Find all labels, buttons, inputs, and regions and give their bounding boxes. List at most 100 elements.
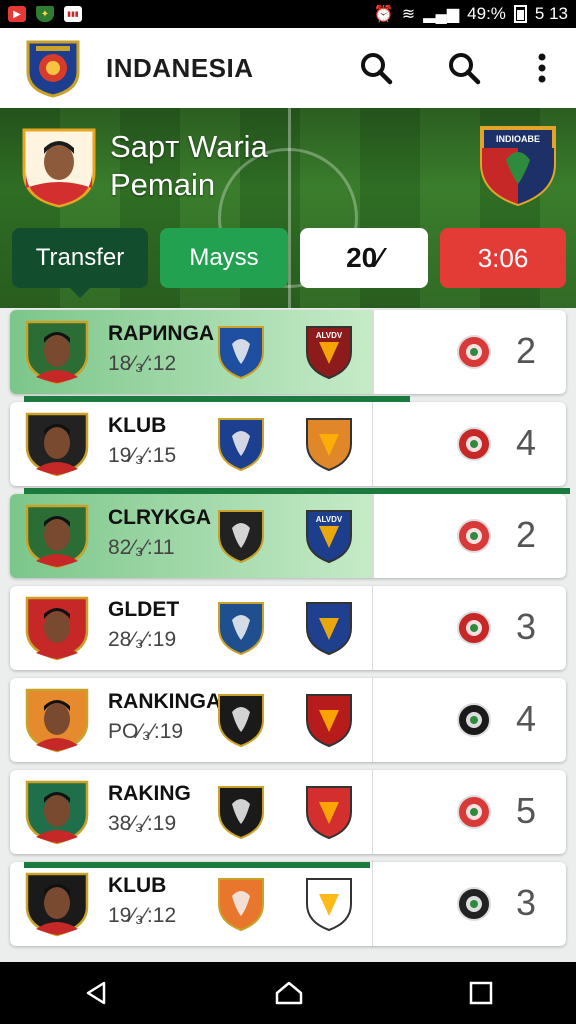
row-name: CLRYKGA — [108, 506, 212, 529]
app-bar: INDANESIA — [0, 28, 576, 108]
row-separator — [24, 488, 570, 494]
hero-title-line2: Pemain — [110, 167, 216, 202]
player-avatar[interactable] — [24, 779, 90, 845]
table-row[interactable]: GLDET 28⁄₃⁄:19 3 — [10, 586, 566, 670]
home-club-badge-icon[interactable] — [216, 508, 266, 564]
away-badge-text: ALVDV — [316, 515, 343, 524]
row-score: 38⁄₃⁄:19 — [108, 812, 177, 835]
home-club-badge-icon[interactable] — [216, 692, 266, 748]
row-separator — [24, 862, 370, 868]
away-club-badge-icon[interactable] — [304, 416, 354, 472]
time-value: 3:06 — [477, 242, 529, 273]
signal-icon: ▂▄▆ — [423, 6, 460, 23]
mayss-label: Mayss — [189, 244, 259, 271]
status-bar: ▶ ✦ ▮▮▮ ⏰ ≋ ▂▄▆ 49:% 5 13 — [0, 0, 576, 28]
hero-banner: Sapт Waria Pemain INDIOABE Transfer Mays… — [0, 108, 576, 308]
row-count: 5 — [516, 790, 537, 831]
row-divider — [372, 494, 373, 578]
player-avatar[interactable] — [24, 503, 90, 569]
row-count: 3 — [516, 606, 537, 647]
table-row[interactable]: CLRYKGA 82⁄₃⁄:11 ALVDV 2 — [10, 494, 566, 578]
table-row[interactable]: RANKINGA PO⁄₃⁄:19 4 — [10, 678, 566, 762]
row-name: RANKINGA — [108, 690, 222, 713]
hero-title-line1: Sapт Waria — [110, 129, 268, 164]
league-badge-icon[interactable] — [456, 702, 492, 738]
table-row[interactable]: RAРИNGA 18⁄₃⁄:12 ALVDV 2 — [10, 310, 566, 394]
transfer-label: Transfer — [35, 244, 125, 271]
row-separator — [24, 396, 410, 402]
player-avatar[interactable] — [24, 687, 90, 753]
time-chip[interactable]: 3:06 — [440, 228, 566, 288]
clock: 5 13 — [534, 4, 568, 23]
table-row[interactable]: KLUB 19⁄₃⁄:12 3 — [10, 862, 566, 946]
shield-icon: ✦ — [36, 6, 54, 22]
player-avatar[interactable] — [22, 128, 96, 208]
mayss-button[interactable]: Mayss — [160, 228, 288, 288]
home-club-badge-icon[interactable] — [216, 600, 266, 656]
percent-chip[interactable]: 20⁄ — [300, 228, 428, 288]
percent-value: 20⁄ — [346, 242, 382, 273]
home-icon[interactable] — [273, 979, 305, 1007]
league-badge-icon[interactable] — [456, 610, 492, 646]
row-score: 19⁄₃⁄:12 — [108, 904, 177, 927]
home-club-badge-icon[interactable] — [216, 324, 266, 380]
row-score: 28⁄₃⁄:19 — [108, 628, 177, 651]
row-score: PO⁄₃⁄:19 — [108, 720, 184, 743]
row-divider — [372, 862, 373, 946]
home-club-badge-icon[interactable] — [216, 784, 266, 840]
away-club-badge-icon[interactable] — [304, 784, 354, 840]
row-score: 18⁄₃⁄:12 — [108, 352, 177, 375]
more-vert-icon[interactable] — [532, 48, 552, 88]
table-row[interactable]: KLUB 19⁄₃⁄:15 4 — [10, 402, 566, 486]
alarm-icon: ⏰ — [373, 6, 394, 23]
row-name: GLDET — [108, 598, 180, 621]
league-badge-icon[interactable] — [456, 334, 492, 370]
row-divider — [372, 586, 373, 670]
flag-badge-text: ▮▮▮ — [67, 11, 79, 18]
league-badge-icon[interactable] — [456, 426, 492, 462]
team-logo-icon[interactable] — [24, 38, 82, 98]
battery-icon — [513, 5, 527, 23]
search-icon[interactable] — [356, 48, 396, 88]
row-divider — [372, 770, 373, 854]
home-club-badge-icon[interactable] — [216, 416, 266, 472]
row-name: RAKING — [108, 782, 191, 805]
back-icon[interactable] — [82, 979, 110, 1007]
player-avatar[interactable] — [24, 319, 90, 385]
team-crest-icon[interactable]: INDIOABE — [478, 124, 558, 208]
row-divider — [372, 678, 373, 762]
player-avatar[interactable] — [24, 595, 90, 661]
player-avatar[interactable] — [24, 411, 90, 477]
battery-percent: 49:% — [467, 4, 506, 23]
away-club-badge-icon[interactable]: ALVDV — [304, 508, 354, 564]
table-row[interactable]: RAKING 38⁄₃⁄:19 5 — [10, 770, 566, 854]
away-club-badge-icon[interactable] — [304, 692, 354, 748]
league-badge-icon[interactable] — [456, 794, 492, 830]
row-count: 2 — [516, 514, 537, 555]
away-club-badge-icon[interactable]: ALVDV — [304, 324, 354, 380]
search-icon[interactable] — [444, 48, 484, 88]
app-title: INDANESIA — [106, 52, 254, 83]
flag-badge-icon: ▮▮▮ — [64, 6, 82, 22]
away-club-badge-icon[interactable] — [304, 600, 354, 656]
league-badge-icon[interactable] — [456, 518, 492, 554]
system-nav-bar — [0, 962, 576, 1024]
stat-row: Transfer Mayss 20⁄ 3:06 — [12, 228, 566, 298]
player-avatar[interactable] — [24, 871, 90, 937]
row-count: 3 — [516, 882, 537, 923]
row-name: KLUB — [108, 414, 167, 437]
row-count: 2 — [516, 330, 537, 371]
row-divider — [372, 402, 373, 486]
row-name: KLUB — [108, 874, 167, 897]
transfer-button[interactable]: Transfer — [12, 228, 148, 298]
hero-title: Sapт Waria Pemain — [110, 128, 268, 204]
away-badge-text: ALVDV — [316, 331, 343, 340]
home-club-badge-icon[interactable] — [216, 876, 266, 932]
league-badge-icon[interactable] — [456, 886, 492, 922]
away-club-badge-icon[interactable] — [304, 876, 354, 932]
crest-text: INDIOABE — [496, 134, 540, 144]
wifi-icon: ≋ — [401, 6, 416, 23]
recents-icon[interactable] — [468, 980, 494, 1006]
row-count: 4 — [516, 698, 537, 739]
row-count: 4 — [516, 422, 537, 463]
